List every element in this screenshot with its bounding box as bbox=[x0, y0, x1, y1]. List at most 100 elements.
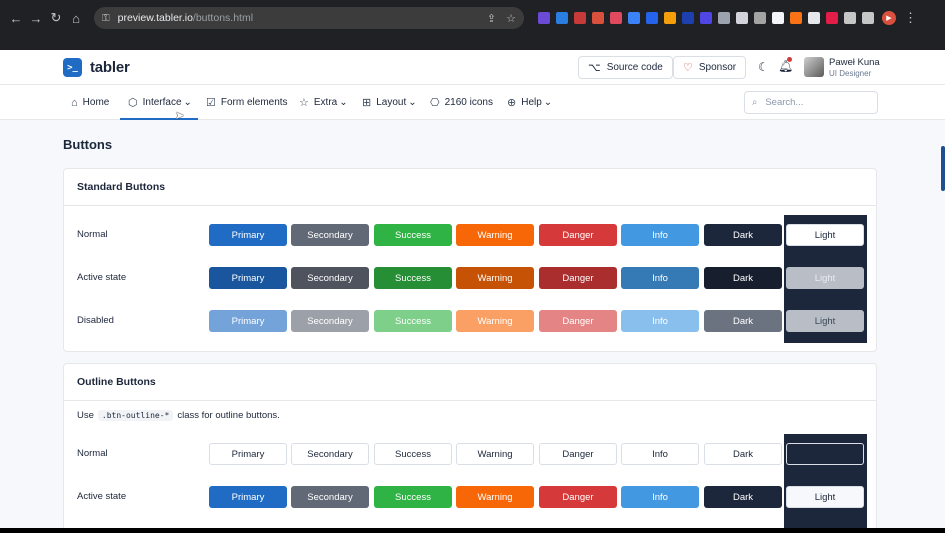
dark-button-normal[interactable]: Dark bbox=[704, 224, 782, 246]
extension-icon[interactable] bbox=[646, 12, 658, 24]
row-label: Normal bbox=[77, 229, 108, 240]
nav-label: Form elements bbox=[220, 97, 288, 108]
extension-icon[interactable] bbox=[610, 12, 622, 24]
nav-label: 2160 icons bbox=[444, 97, 493, 108]
source-code-button[interactable]: ⌥ Source code bbox=[578, 56, 673, 79]
reload-icon[interactable]: ↻ bbox=[46, 8, 66, 28]
logo[interactable]: >_ tabler bbox=[63, 58, 130, 77]
nav-label: Help bbox=[521, 97, 542, 108]
primary-button-normal[interactable]: Primary bbox=[209, 224, 287, 246]
light-button-normal[interactable]: Light bbox=[786, 224, 864, 246]
forward-icon[interactable]: → bbox=[26, 8, 46, 28]
extension-icon[interactable] bbox=[718, 12, 730, 24]
secondary-button-normal[interactable]: Secondary bbox=[291, 224, 369, 246]
search-box[interactable]: ⌕ bbox=[744, 91, 878, 114]
search-input[interactable] bbox=[765, 97, 856, 108]
bookmark-star-icon[interactable]: ☆ bbox=[506, 12, 516, 25]
light-button-outline-normal[interactable]: Light bbox=[786, 443, 864, 465]
extension-icon[interactable] bbox=[826, 12, 838, 24]
nav-item-help[interactable]: ⊕ Help ⌄ bbox=[507, 85, 552, 120]
extension-icon[interactable] bbox=[538, 12, 550, 24]
extension-icon[interactable] bbox=[772, 12, 784, 24]
warning-button-normal[interactable]: Warning bbox=[456, 224, 534, 246]
primary-button-active[interactable]: Primary bbox=[209, 267, 287, 289]
avatar[interactable] bbox=[804, 57, 824, 77]
moon-icon[interactable]: ☾ bbox=[758, 60, 769, 74]
sponsor-button[interactable]: ♡ Sponsor bbox=[673, 56, 747, 79]
success-button-outline-normal[interactable]: Success bbox=[374, 443, 452, 465]
info-button-outline-active[interactable]: Info bbox=[621, 486, 699, 508]
browser-divider bbox=[0, 36, 945, 50]
extension-icon[interactable] bbox=[574, 12, 586, 24]
dark-button-disabled[interactable]: Dark bbox=[704, 310, 782, 332]
secondary-button-disabled[interactable]: Secondary bbox=[291, 310, 369, 332]
profile-avatar-icon[interactable]: ▶ bbox=[882, 11, 896, 25]
primary-button-outline-active[interactable]: Primary bbox=[209, 486, 287, 508]
url-host: preview.tabler.io bbox=[117, 12, 193, 24]
dark-button-active[interactable]: Dark bbox=[704, 267, 782, 289]
back-icon[interactable]: ← bbox=[6, 8, 26, 28]
primary-button-outline-normal[interactable]: Primary bbox=[209, 443, 287, 465]
extension-icon[interactable] bbox=[628, 12, 640, 24]
info-button-disabled[interactable]: Info bbox=[621, 310, 699, 332]
warning-button-disabled[interactable]: Warning bbox=[456, 310, 534, 332]
layout-icon: ⊞ bbox=[362, 97, 372, 109]
warning-button-active[interactable]: Warning bbox=[456, 267, 534, 289]
nav-label: Home bbox=[82, 97, 110, 108]
extension-icon[interactable] bbox=[754, 12, 766, 24]
light-button-outline-active[interactable]: Light bbox=[786, 486, 864, 508]
extension-icon[interactable] bbox=[790, 12, 802, 24]
danger-button-normal[interactable]: Danger bbox=[539, 224, 617, 246]
warning-button-outline-active[interactable]: Warning bbox=[456, 486, 534, 508]
danger-button-outline-active[interactable]: Danger bbox=[539, 486, 617, 508]
secondary-button-active[interactable]: Secondary bbox=[291, 267, 369, 289]
sidepanel-icon[interactable] bbox=[862, 12, 874, 24]
scrollbar-thumb[interactable] bbox=[941, 146, 945, 191]
light-button-disabled[interactable]: Light bbox=[786, 310, 864, 332]
nav-item-form-elements[interactable]: ☑ Form elements bbox=[206, 85, 288, 120]
extension-icon[interactable] bbox=[592, 12, 604, 24]
info-button-active[interactable]: Info bbox=[621, 267, 699, 289]
page: >_ tabler ⌥ Source code ♡ Sponsor ☾ 🔔︎ P… bbox=[0, 50, 945, 528]
address-bar[interactable]: ⚿ preview.tabler.io/buttons.html ⇪ ☆ bbox=[94, 7, 524, 29]
extension-icon[interactable] bbox=[682, 12, 694, 24]
nav-item-home[interactable]: ⌂ Home bbox=[71, 85, 109, 120]
nav-item-icons[interactable]: ⎔ 2160 icons bbox=[430, 85, 493, 120]
success-button-outline-active[interactable]: Success bbox=[374, 486, 452, 508]
light-button-active[interactable]: Light bbox=[786, 267, 864, 289]
source-code-label: Source code bbox=[606, 62, 663, 73]
extension-icon[interactable] bbox=[556, 12, 568, 24]
success-button-disabled[interactable]: Success bbox=[374, 310, 452, 332]
nav-item-layout[interactable]: ⊞ Layout ⌄ bbox=[362, 85, 417, 120]
extension-icon[interactable] bbox=[664, 12, 676, 24]
extension-icon[interactable] bbox=[736, 12, 748, 24]
github-icon: ⌥ bbox=[588, 62, 601, 74]
home-icon[interactable]: ⌂ bbox=[66, 8, 86, 28]
info-button-outline-normal[interactable]: Info bbox=[621, 443, 699, 465]
extensions-puzzle-icon[interactable] bbox=[844, 12, 856, 24]
secondary-button-outline-normal[interactable]: Secondary bbox=[291, 443, 369, 465]
nav-item-extra[interactable]: ☆ Extra ⌄ bbox=[299, 85, 348, 120]
warning-button-outline-normal[interactable]: Warning bbox=[456, 443, 534, 465]
extension-icon[interactable] bbox=[808, 12, 820, 24]
danger-button-active[interactable]: Danger bbox=[539, 267, 617, 289]
search-icon: ⌕ bbox=[752, 97, 758, 108]
danger-button-disabled[interactable]: Danger bbox=[539, 310, 617, 332]
success-button-normal[interactable]: Success bbox=[374, 224, 452, 246]
share-icon[interactable]: ⇪ bbox=[487, 12, 496, 25]
dark-button-outline-active[interactable]: Dark bbox=[704, 486, 782, 508]
dark-button-outline-normal[interactable]: Dark bbox=[704, 443, 782, 465]
success-button-active[interactable]: Success bbox=[374, 267, 452, 289]
sponsor-label: Sponsor bbox=[698, 62, 737, 73]
site-info-icon[interactable]: ⚿ bbox=[102, 13, 110, 24]
nav-label: Interface bbox=[142, 97, 182, 108]
secondary-button-outline-active[interactable]: Secondary bbox=[291, 486, 369, 508]
user-role: UI Designer bbox=[829, 69, 872, 78]
extension-icon[interactable] bbox=[700, 12, 712, 24]
home-icon: ⌂ bbox=[71, 96, 78, 109]
info-button-normal[interactable]: Info bbox=[621, 224, 699, 246]
primary-button-disabled[interactable]: Primary bbox=[209, 310, 287, 332]
browser-menu-icon[interactable]: ⋮ bbox=[904, 10, 917, 26]
danger-button-outline-normal[interactable]: Danger bbox=[539, 443, 617, 465]
user-name[interactable]: Paweł Kuna bbox=[829, 57, 880, 68]
